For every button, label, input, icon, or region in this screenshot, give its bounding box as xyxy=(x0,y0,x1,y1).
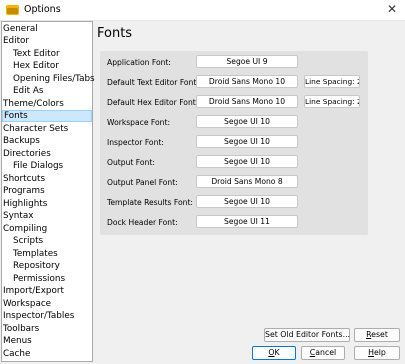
sidebar-item-menus[interactable]: Menus xyxy=(3,335,32,347)
sidebar-item-templates[interactable]: Templates xyxy=(13,248,58,260)
sidebar-item-compiling[interactable]: Compiling xyxy=(3,223,47,235)
workspace-font-button[interactable]: Segoe UI 10 xyxy=(196,115,298,128)
sidebar-item-inspector-tables[interactable]: Inspector/Tables xyxy=(3,310,74,322)
sidebar-item-repository[interactable]: Repository xyxy=(13,260,60,272)
inspector-font-button[interactable]: Segoe UI 10 xyxy=(196,135,298,148)
sidebar-item-import-export[interactable]: Import/Export xyxy=(3,285,64,297)
cancel-button[interactable]: Cancel xyxy=(301,346,345,360)
page-title: Fonts xyxy=(97,26,133,41)
dock-header-font-label: Dock Header Font: xyxy=(107,218,178,227)
sidebar-item-character-sets[interactable]: Character Sets xyxy=(3,123,68,135)
hex-editor-line-spacing-button[interactable]: Line Spacing: 2 xyxy=(304,95,360,108)
options-window: Options ✕ General Editor Text Editor Hex… xyxy=(0,0,405,364)
template-results-font-label: Template Results Font: xyxy=(107,198,193,207)
text-editor-font-label: Default Text Editor Font: xyxy=(107,78,199,87)
sidebar-item-text-editor[interactable]: Text Editor xyxy=(13,48,60,60)
cancel-label: ancel xyxy=(315,348,337,357)
sidebar-item-syntax[interactable]: Syntax xyxy=(3,210,33,222)
workspace-font-label: Workspace Font: xyxy=(107,118,171,127)
ok-label: K xyxy=(274,348,280,357)
sidebar-item-theme-colors[interactable]: Theme/Colors xyxy=(3,98,64,110)
reset-label: eset xyxy=(371,330,388,339)
title-bar: Options ✕ xyxy=(0,0,405,21)
sidebar-item-toolbars[interactable]: Toolbars xyxy=(3,323,39,335)
text-editor-font-button[interactable]: Droid Sans Mono 10 xyxy=(196,75,298,88)
help-label: elp xyxy=(373,348,386,357)
sidebar-item-permissions[interactable]: Permissions xyxy=(13,273,65,285)
output-panel-font-label: Output Panel Font: xyxy=(107,178,178,187)
application-font-label: Application Font: xyxy=(107,58,171,67)
window-title: Options xyxy=(24,4,61,15)
sidebar-item-opening-files-tabs[interactable]: Opening Files/Tabs xyxy=(13,73,95,85)
ok-button[interactable]: OK xyxy=(252,346,296,360)
sidebar-item-backups[interactable]: Backups xyxy=(3,135,40,147)
hex-editor-font-label: Default Hex Editor Font: xyxy=(107,98,199,107)
sidebar-item-file-dialogs[interactable]: File Dialogs xyxy=(13,160,63,172)
app-icon xyxy=(6,5,19,15)
inspector-font-label: Inspector Font: xyxy=(107,138,164,147)
dock-header-font-button[interactable]: Segoe UI 11 xyxy=(196,215,298,228)
sidebar-item-workspace[interactable]: Workspace xyxy=(3,298,51,310)
sidebar-item-shortcuts[interactable]: Shortcuts xyxy=(3,173,45,185)
sidebar-item-cache[interactable]: Cache xyxy=(3,348,30,360)
sidebar-item-general[interactable]: General xyxy=(3,23,38,35)
sidebar-item-fonts[interactable]: Fonts xyxy=(2,110,92,122)
template-results-font-button[interactable]: Segoe UI 10 xyxy=(196,195,298,208)
sidebar-item-editor[interactable]: Editor xyxy=(3,35,29,47)
set-old-editor-fonts-button[interactable]: Set Old Editor Fonts... xyxy=(264,328,350,342)
application-font-button[interactable]: Segoe UI 9 xyxy=(196,55,298,68)
help-button[interactable]: Help xyxy=(354,346,400,360)
output-font-label: Output Font: xyxy=(107,158,155,167)
output-panel-font-button[interactable]: Droid Sans Mono 8 xyxy=(196,175,298,188)
text-editor-line-spacing-button[interactable]: Line Spacing: 2 xyxy=(304,75,360,88)
sidebar-item-directories[interactable]: Directories xyxy=(3,148,51,160)
options-category-list[interactable]: General Editor Text Editor Hex Editor Op… xyxy=(1,21,95,362)
sidebar-item-hex-editor[interactable]: Hex Editor xyxy=(13,60,59,72)
sidebar-item-programs[interactable]: Programs xyxy=(3,185,45,197)
sidebar-item-edit-as[interactable]: Edit As xyxy=(13,85,43,97)
output-font-button[interactable]: Segoe UI 10 xyxy=(196,155,298,168)
sidebar-item-highlights[interactable]: Highlights xyxy=(3,198,47,210)
sidebar-item-scripts[interactable]: Scripts xyxy=(13,235,43,247)
hex-editor-font-button[interactable]: Droid Sans Mono 10 xyxy=(196,95,298,108)
close-icon[interactable]: ✕ xyxy=(385,2,399,16)
reset-button[interactable]: Reset xyxy=(354,328,400,342)
